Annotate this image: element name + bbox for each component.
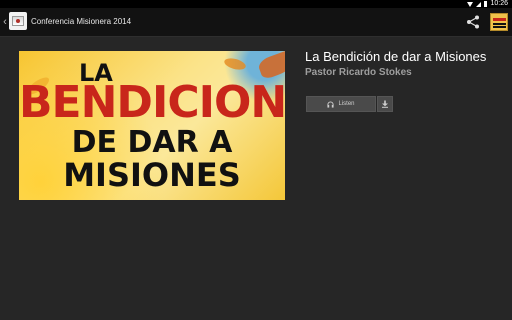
app-title: Conferencia Misionera 2014: [31, 17, 132, 26]
wifi-icon: [467, 1, 474, 7]
download-button[interactable]: [377, 96, 393, 112]
thumbnail-bar: [493, 26, 506, 28]
sermon-title: La Bendición de dar a Misiones: [305, 49, 487, 64]
thumbnail-bar: [493, 18, 506, 21]
status-time: 10:26: [490, 0, 508, 7]
sermon-speaker: Pastor Ricardo Stokes: [305, 67, 412, 78]
listen-button[interactable]: Listen: [306, 96, 376, 112]
status-icons: 10:26: [467, 0, 508, 8]
action-bar: ‹ Conferencia Misionera 2014: [0, 8, 512, 37]
app-icon-mark: [16, 19, 20, 23]
thumbnail-bar: [493, 23, 506, 25]
paint-splash: [223, 56, 247, 72]
battery-icon: [484, 1, 488, 7]
paint-splash: [256, 51, 285, 81]
headphones-icon: [327, 101, 335, 108]
chevron-left-icon[interactable]: ‹: [1, 14, 9, 30]
download-icon: [382, 100, 388, 108]
share-icon[interactable]: [465, 14, 481, 30]
app-icon[interactable]: [9, 12, 27, 30]
share-icon-graphic: [467, 15, 479, 29]
artwork-text-misiones: MISIONES: [63, 156, 241, 194]
artwork-text-bendicion: BENDICION: [19, 77, 285, 128]
thumbnail-icon[interactable]: [490, 13, 508, 31]
sermon-artwork: LA BENDICION DE DAR A MISIONES: [19, 51, 285, 200]
artwork-text-de-dar-a: DE DAR A: [71, 125, 233, 160]
status-bar: 10:26: [0, 0, 512, 8]
listen-label: Listen: [338, 101, 355, 107]
signal-icon: [476, 1, 482, 7]
